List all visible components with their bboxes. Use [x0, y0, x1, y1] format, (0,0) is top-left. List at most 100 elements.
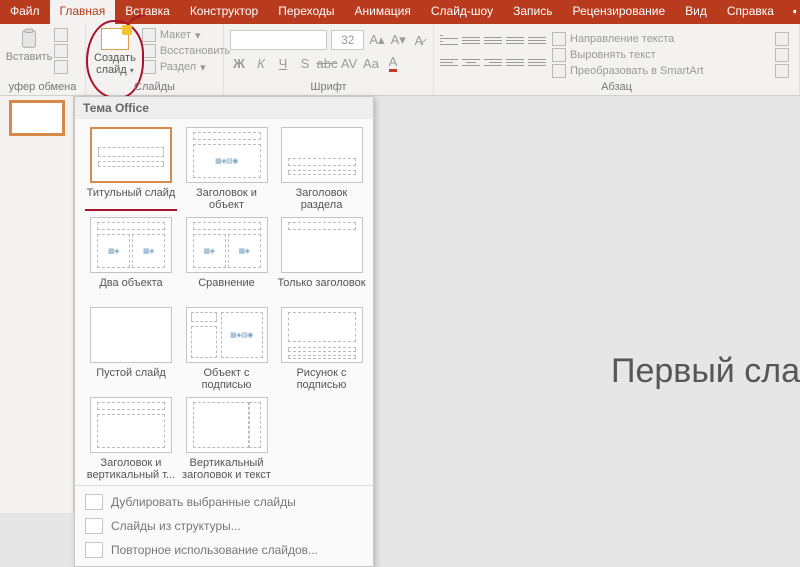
quick-styles-icon[interactable]: [775, 64, 789, 78]
section-icon: [142, 60, 156, 74]
restore-icon: [142, 44, 156, 58]
tab-slideshow[interactable]: Слайд-шоу: [421, 0, 503, 24]
ribbon-tabs: Файл Главная Вставка Конструктор Переход…: [0, 0, 800, 24]
tab-home[interactable]: Главная: [50, 0, 116, 24]
text-direction-icon: [552, 32, 566, 46]
tab-help[interactable]: Справка: [717, 0, 784, 24]
char-spacing-button[interactable]: AV: [340, 54, 358, 72]
group-slides: Создатьслайд ▾ Макет ▾ Восстановить Разд…: [86, 24, 224, 95]
tab-view[interactable]: Вид: [675, 0, 717, 24]
layout-label: Рисунок с подписью: [276, 367, 367, 391]
change-case-button[interactable]: Aa: [362, 54, 380, 72]
layout-label: Заголовок и вертикальный т...: [85, 457, 177, 481]
tab-insert[interactable]: Вставка: [115, 0, 180, 24]
underline-button[interactable]: Ч: [274, 54, 292, 72]
layout-label: Сравнение: [198, 277, 255, 301]
decrease-font-icon[interactable]: A▾: [390, 31, 407, 49]
layout-only-title[interactable]: Только заголовок: [276, 217, 367, 301]
layout-thumb: [90, 397, 172, 453]
align-text-button[interactable]: Выровнять текст: [552, 48, 703, 62]
format-painter-icon[interactable]: [54, 60, 68, 74]
layout-vtitle[interactable]: Вертикальный заголовок и текст: [181, 397, 272, 481]
increase-indent-button[interactable]: [506, 32, 524, 48]
italic-button[interactable]: К: [252, 54, 270, 72]
line-spacing-button[interactable]: [528, 32, 546, 48]
layout-label: Заголовок раздела: [276, 187, 367, 211]
slides-group-label: Слайды: [86, 81, 223, 93]
increase-font-icon[interactable]: A▴: [368, 31, 385, 49]
duplicate-slides-item[interactable]: Дублировать выбранные слайды: [75, 490, 373, 514]
restore-button[interactable]: Восстановить: [142, 44, 230, 58]
layout-content[interactable]: ▦◈▤◉ Заголовок и объект: [181, 127, 272, 211]
layout-thumb: [186, 397, 268, 453]
gallery-grid: Титульный слайд▦◈▤◉Заголовок и объектЗаг…: [75, 119, 373, 485]
duplicate-icon: [85, 494, 103, 510]
tab-file[interactable]: Файл: [0, 0, 50, 24]
layout-thumb: ▦◈▦◈: [90, 217, 172, 273]
section-button[interactable]: Раздел ▾: [142, 60, 230, 74]
new-slide-icon: [101, 28, 129, 50]
layout-compare[interactable]: ▦◈▦◈Сравнение: [181, 217, 272, 301]
copy-icon[interactable]: [54, 44, 68, 58]
tab-transitions[interactable]: Переходы: [268, 0, 344, 24]
gallery-header: Тема Office: [75, 97, 373, 119]
clear-format-icon[interactable]: A̷: [411, 31, 427, 49]
layout-two[interactable]: ▦◈▦◈ Два объекта: [85, 217, 177, 301]
align-text-icon: [552, 48, 566, 62]
bullets-button[interactable]: [440, 32, 458, 48]
layout-section[interactable]: Заголовок раздела: [276, 127, 367, 211]
layout-thumb: [90, 307, 172, 363]
shadow-button[interactable]: S: [296, 54, 314, 72]
new-slide-gallery: Тема Office Титульный слайд ▦◈▤◉ Заголовок…: [74, 96, 374, 567]
layout-picture[interactable]: Рисунок с подписью: [276, 307, 367, 391]
tab-animations[interactable]: Анимация: [345, 0, 421, 24]
font-group-label: Шрифт: [224, 81, 433, 93]
slide-thumbnail-1[interactable]: [11, 102, 63, 134]
layout-label: Заголовок и объект: [181, 187, 272, 211]
layout-thumb: [281, 307, 363, 363]
layout-thumb: [281, 217, 363, 273]
tell-me[interactable]: Что вы хотите сдела: [784, 0, 800, 24]
font-size-combo[interactable]: 32: [331, 30, 364, 50]
arrange-icon[interactable]: [775, 48, 789, 62]
layout-label: Два объекта: [99, 277, 162, 301]
align-center-button[interactable]: [462, 54, 480, 70]
layout-button[interactable]: Макет ▾: [142, 28, 230, 42]
tab-design[interactable]: Конструктор: [180, 0, 268, 24]
slides-from-outline-item[interactable]: Слайды из структуры...: [75, 514, 373, 538]
slide-thumbnail-panel: [0, 96, 74, 513]
layout-thumb: [90, 127, 172, 183]
gallery-footer: Дублировать выбранные слайды Слайды из с…: [75, 485, 373, 566]
layout-thumb: ▦◈▤◉: [186, 127, 268, 183]
smartart-button[interactable]: Преобразовать в SmartArt: [552, 64, 703, 78]
paragraph-group-label: Абзац: [434, 81, 799, 93]
layout-icon: [142, 28, 156, 42]
lightbulb-icon: [792, 5, 798, 19]
layout-label: Титульный слайд: [87, 187, 176, 211]
cut-icon[interactable]: [54, 28, 68, 42]
bold-button[interactable]: Ж: [230, 54, 248, 72]
justify-button[interactable]: [506, 54, 524, 70]
align-left-button[interactable]: [440, 54, 458, 70]
reuse-slides-item[interactable]: Повторное использование слайдов...: [75, 538, 373, 562]
shapes-icon[interactable]: [775, 32, 789, 46]
reuse-icon: [85, 542, 103, 558]
layout-caption[interactable]: ▦◈▤◉Объект с подписью: [181, 307, 272, 391]
columns-button[interactable]: [528, 54, 546, 70]
font-color-button[interactable]: A: [384, 54, 402, 72]
numbering-button[interactable]: [462, 32, 480, 48]
text-direction-button[interactable]: Направление текста: [552, 32, 703, 46]
font-family-combo[interactable]: [230, 30, 327, 50]
decrease-indent-button[interactable]: [484, 32, 502, 48]
group-font: 32 A▴ A▾ A̷ Ж К Ч S abc AV Aa A Шрифт: [224, 24, 434, 95]
layout-vtext[interactable]: Заголовок и вертикальный т...: [85, 397, 177, 481]
smartart-icon: [552, 64, 566, 78]
tab-review[interactable]: Рецензирование: [562, 0, 675, 24]
align-right-button[interactable]: [484, 54, 502, 70]
strikethrough-button[interactable]: abc: [318, 54, 336, 72]
layout-label: Только заголовок: [277, 277, 365, 301]
layout-blank[interactable]: Пустой слайд: [85, 307, 177, 391]
tab-record[interactable]: Запись: [503, 0, 562, 24]
ribbon: Вставить уфер обмена Создатьслайд ▾ Маке…: [0, 24, 800, 96]
layout-title[interactable]: Титульный слайд: [85, 127, 177, 211]
